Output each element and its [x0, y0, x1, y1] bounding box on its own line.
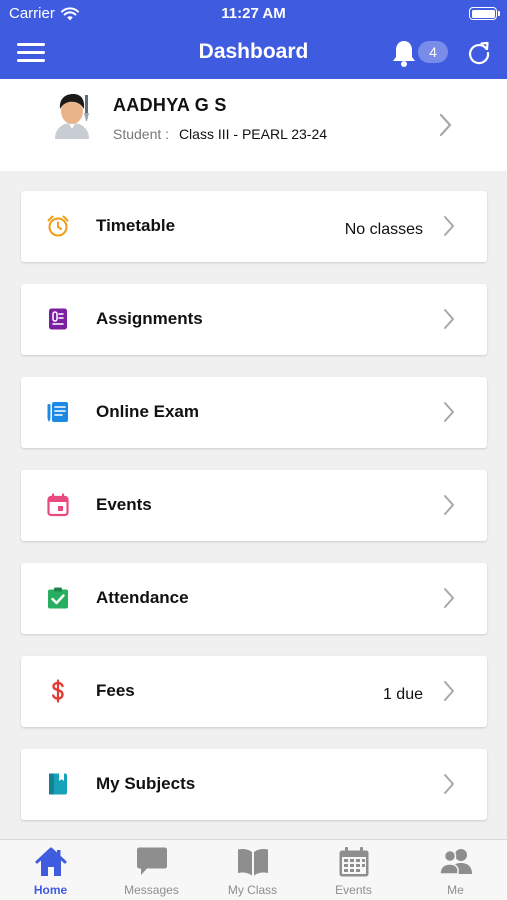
menu-item-assignments[interactable]: Assignments — [21, 284, 487, 355]
chevron-right-icon — [444, 402, 454, 422]
chevron-right-icon — [444, 309, 454, 329]
calendar-icon — [47, 493, 69, 517]
battery-icon — [469, 7, 500, 20]
people-icon — [439, 849, 472, 875]
tab-events[interactable]: Events — [303, 840, 404, 900]
calendar-icon — [339, 847, 369, 877]
clock-time: 11:27 AM — [221, 5, 286, 22]
tab-label: Home — [33, 883, 68, 897]
alarm-clock-icon — [47, 215, 69, 237]
online-exam-icon — [47, 402, 68, 422]
clipboard-check-icon — [48, 587, 68, 609]
chevron-right-icon — [444, 216, 454, 236]
chevron-right-icon — [444, 495, 454, 515]
menu-item-my-subjects[interactable]: My Subjects — [21, 749, 487, 820]
refresh-icon[interactable] — [466, 40, 492, 66]
menu-item-label: Assignments — [96, 309, 203, 328]
notification-bell-icon[interactable] — [391, 39, 417, 67]
class-label: Class III - PEARL 23-24 — [178, 126, 328, 142]
open-book-icon — [238, 849, 268, 876]
menu-item-label: My Subjects — [96, 774, 196, 793]
menu-item-label: Online Exam — [96, 402, 199, 421]
menu-item-label: Fees — [96, 681, 135, 700]
menu-item-online-exam[interactable]: Online Exam — [21, 377, 487, 448]
menu-item-fees[interactable]: Fees 1 due — [21, 656, 487, 727]
notification-count-badge: 4 — [418, 41, 448, 63]
menu-item-attendance[interactable]: Attendance — [21, 563, 487, 634]
chevron-right-icon — [444, 681, 454, 701]
menu-item-label: Events — [96, 495, 152, 514]
menu-item-value: No classes — [344, 221, 423, 238]
tab-label: Events — [335, 883, 372, 897]
chat-icon — [137, 847, 167, 875]
menu-item-label: Attendance — [96, 588, 189, 607]
tab-my-class[interactable]: My Class — [202, 840, 303, 900]
home-icon — [35, 847, 67, 876]
tab-label: Messages — [124, 883, 179, 897]
student-avatar — [55, 94, 89, 139]
menu-item-label: Timetable — [96, 216, 176, 235]
tab-label: Me — [447, 883, 464, 897]
tab-me[interactable]: Me — [405, 840, 506, 900]
status-bar: Carrier 11:27 AM — [0, 0, 507, 26]
role-label: Student : — [113, 126, 170, 142]
menu-item-events[interactable]: Events — [21, 470, 487, 541]
tab-messages[interactable]: Messages — [101, 840, 202, 900]
menu-item-value: 1 due — [382, 686, 423, 703]
tab-home[interactable]: Home — [0, 840, 101, 900]
dollar-icon — [52, 679, 64, 703]
menu-item-timetable[interactable]: Timetable No classes — [21, 191, 487, 262]
assignment-icon — [49, 308, 67, 330]
chevron-right-icon — [439, 113, 452, 137]
tab-label: My Class — [227, 883, 278, 897]
student-name: AADHYA G S — [113, 95, 227, 115]
chevron-right-icon — [444, 588, 454, 608]
book-icon — [49, 773, 67, 795]
app-header: Dashboard 4 — [0, 26, 507, 79]
bottom-tab-bar: Home Messages My Class Events Me — [0, 839, 507, 900]
student-profile-row[interactable]: AADHYA G S Student : Class III - PEARL 2… — [0, 79, 507, 171]
student-class-info: Student : Class III - PEARL 23-24 — [113, 126, 327, 142]
chevron-right-icon — [444, 774, 454, 794]
